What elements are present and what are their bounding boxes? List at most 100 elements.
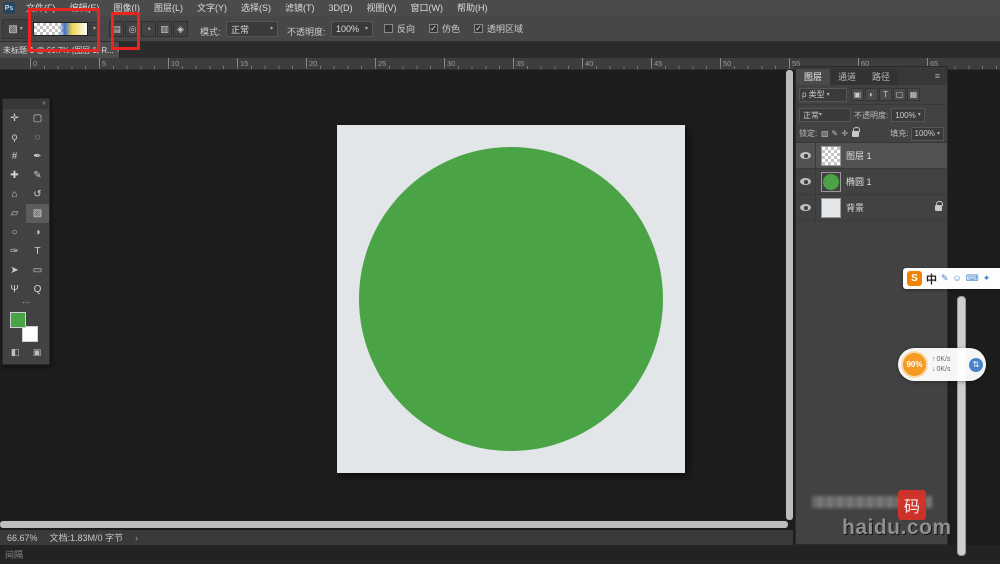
- move-tool[interactable]: ✛: [3, 109, 26, 128]
- menu-item[interactable]: 文字(Y): [190, 0, 234, 16]
- menu-item[interactable]: 窗口(W): [404, 0, 451, 16]
- angle-gradient-button[interactable]: ◔: [141, 21, 156, 37]
- eraser-tool[interactable]: ▱: [3, 204, 26, 223]
- lock-paint-icon[interactable]: ✎: [830, 129, 839, 138]
- lock-all-icon[interactable]: [852, 131, 859, 137]
- zoom-tool[interactable]: Q: [26, 280, 49, 299]
- opacity-label: 不透明度:: [287, 25, 326, 38]
- ime-language-toggle[interactable]: 中: [926, 271, 937, 287]
- gradient-picker-button[interactable]: ▾: [89, 22, 100, 36]
- type-tool[interactable]: T: [26, 242, 49, 261]
- options-checkbox[interactable]: ✓ 仿色: [429, 22, 460, 35]
- crop-tool[interactable]: #: [3, 147, 26, 166]
- screen-mode-button[interactable]: ▣: [30, 346, 44, 358]
- document-tab[interactable]: 未标题-1 @ 66.7% (图层 1, R... ×: [0, 42, 120, 58]
- layer-visibility-toggle[interactable]: [796, 195, 816, 220]
- gradient-preview[interactable]: [33, 22, 88, 36]
- layer-row[interactable]: 图层 1: [796, 143, 947, 169]
- toolbox-collapse-button[interactable]: «: [3, 99, 49, 109]
- net-speed-value: 0K/s: [937, 365, 951, 374]
- gradient-tool-preset[interactable]: ▧ ▾: [2, 19, 29, 39]
- document-canvas[interactable]: [337, 125, 685, 473]
- menu-item[interactable]: 文件(F): [19, 0, 63, 16]
- fill-select[interactable]: 100% ▾: [911, 127, 944, 141]
- eyedropper-tool[interactable]: ✒: [26, 147, 49, 166]
- pixel-layer-filter-icon[interactable]: ▣: [851, 88, 864, 101]
- toolbox-more-button[interactable]: ⋯: [3, 299, 49, 309]
- layer-row[interactable]: 椭圆 1: [796, 169, 947, 195]
- emoji-icon[interactable]: ☺: [953, 273, 962, 284]
- document-tab-title: 未标题-1 @ 66.7% (图层 1, R...: [3, 45, 114, 56]
- sogou-logo-icon[interactable]: S: [907, 271, 922, 286]
- blend-mode-select[interactable]: 正常 ▾: [226, 21, 278, 37]
- path-selection-tool[interactable]: ➤: [3, 261, 26, 280]
- foreground-color-swatch[interactable]: [10, 312, 26, 328]
- linear-gradient-button[interactable]: ▤: [109, 21, 124, 37]
- pen-icon[interactable]: ✎: [941, 273, 949, 284]
- panel-tab[interactable]: 图层: [796, 69, 830, 85]
- close-icon[interactable]: ×: [117, 45, 120, 55]
- layer-thumbnail[interactable]: [821, 198, 841, 218]
- quick-mask-button[interactable]: ◧: [8, 346, 22, 358]
- gradient-tool[interactable]: ▧: [26, 204, 49, 223]
- layer-blend-mode-select[interactable]: 正常 ▾: [799, 108, 851, 122]
- layer-filter-select[interactable]: ρ 类型 ▾: [799, 88, 847, 102]
- vertical-scrollbar[interactable]: [786, 70, 793, 520]
- diamond-gradient-button[interactable]: ◈: [173, 21, 188, 37]
- menu-item[interactable]: 选择(S): [234, 0, 278, 16]
- net-speed-widget[interactable]: 90% ↑ 0K/s ↓ 0K/s ⇅: [898, 348, 986, 381]
- lock-transparency-icon[interactable]: ▨: [820, 129, 829, 138]
- blur-tool[interactable]: ○: [3, 223, 26, 242]
- layer-row[interactable]: 背景: [796, 195, 947, 221]
- smart-object-filter-icon[interactable]: ▦: [907, 88, 920, 101]
- dodge-tool[interactable]: ◑: [26, 223, 49, 242]
- quick-selection-tool[interactable]: ◌: [26, 128, 49, 147]
- hand-tool[interactable]: Ψ: [3, 280, 26, 299]
- settings-icon[interactable]: ✦: [983, 273, 991, 284]
- layer-thumbnail[interactable]: [821, 146, 841, 166]
- opacity-select[interactable]: 100% ▾: [331, 21, 373, 37]
- ime-toolbar[interactable]: S 中 ✎ ☺ ⌨ ✦: [903, 268, 1000, 289]
- rectangular-marquee-tool[interactable]: ▢: [26, 109, 49, 128]
- type-layer-filter-icon[interactable]: T: [879, 88, 892, 101]
- horizontal-scrollbar[interactable]: [0, 521, 788, 528]
- layer-visibility-toggle[interactable]: [796, 143, 816, 168]
- pen-tool[interactable]: ✑: [3, 242, 26, 261]
- menu-item[interactable]: 图像(I): [107, 0, 148, 16]
- chevron-down-icon: ▾: [937, 131, 940, 137]
- background-color-swatch[interactable]: [22, 326, 38, 342]
- shape-layer-filter-icon[interactable]: ▢: [893, 88, 906, 101]
- menu-item[interactable]: 视图(V): [360, 0, 404, 16]
- options-bar: ▧ ▾ ▾ ▤◎◔▥◈ 模式: 正常 ▾ 不透明度: 100% ▾ 反向: [0, 16, 1000, 42]
- reflected-gradient-button[interactable]: ▥: [157, 21, 172, 37]
- menu-item[interactable]: 滤镜(T): [278, 0, 322, 16]
- chevron-right-icon[interactable]: ›: [135, 533, 138, 543]
- history-brush-tool[interactable]: ↺: [26, 185, 49, 204]
- menu-item[interactable]: 编辑(E): [63, 0, 107, 16]
- layer-thumbnail[interactable]: [821, 172, 841, 192]
- radial-gradient-button[interactable]: ◎: [125, 21, 140, 37]
- lasso-tool[interactable]: ϙ: [3, 128, 26, 147]
- healing-brush-tool[interactable]: ✚: [3, 166, 26, 185]
- layer-filter-icons: ▣◐T▢▦: [851, 88, 920, 101]
- shape-tool[interactable]: ▭: [26, 261, 49, 280]
- layer-visibility-toggle[interactable]: [796, 169, 816, 194]
- options-checkbox[interactable]: ✓ 透明区域: [474, 22, 523, 35]
- layer-opacity-label: 不透明度:: [854, 110, 888, 121]
- menu-item[interactable]: 图层(L): [147, 0, 190, 16]
- adjustment-layer-filter-icon[interactable]: ◐: [865, 88, 878, 101]
- layer-opacity-select[interactable]: 100% ▾: [891, 108, 924, 122]
- keyboard-icon[interactable]: ⌨: [966, 273, 979, 284]
- zoom-level-field[interactable]: 66.67%: [7, 533, 38, 543]
- checkbox: [384, 24, 393, 33]
- options-checkbox[interactable]: 反向: [384, 22, 415, 35]
- panel-tab[interactable]: 通道: [830, 69, 864, 85]
- lock-move-icon[interactable]: ✛: [840, 129, 849, 138]
- panel-tab[interactable]: 路径: [864, 69, 898, 85]
- menu-item[interactable]: 帮助(H): [450, 0, 495, 16]
- clone-stamp-tool[interactable]: ⌂: [3, 185, 26, 204]
- panel-menu-icon[interactable]: ≡: [930, 68, 945, 84]
- net-action-button[interactable]: ⇅: [969, 358, 983, 372]
- brush-tool[interactable]: ✎: [26, 166, 49, 185]
- menu-item[interactable]: 3D(D): [322, 0, 360, 16]
